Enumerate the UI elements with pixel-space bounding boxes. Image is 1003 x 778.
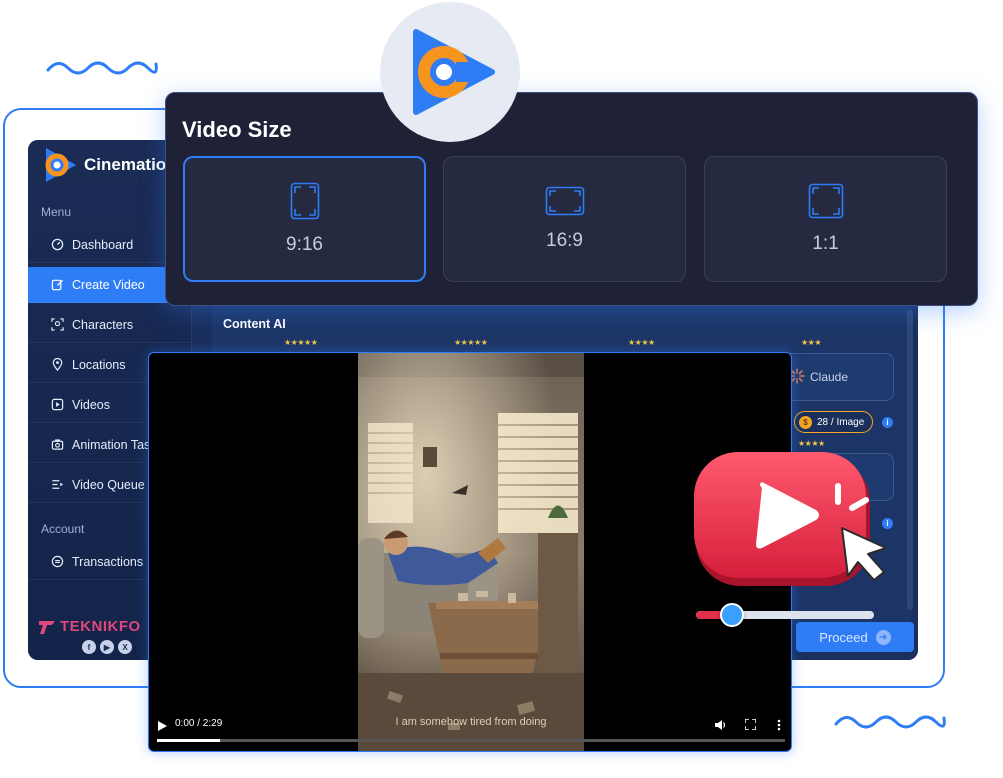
claude-label: Claude — [810, 370, 849, 384]
size-option-label: 9:16 — [286, 234, 323, 255]
rating-stars: ★★★ — [801, 338, 822, 347]
rating-stars: ★★★★★ — [454, 338, 488, 347]
video-file-icon — [50, 398, 64, 412]
facebook-icon[interactable]: f — [82, 640, 96, 654]
cinematio-logo-icon — [413, 29, 495, 115]
video-progress-fill — [157, 739, 220, 742]
gauge-icon — [50, 238, 64, 252]
price-badge: $ 28 / Image — [794, 411, 874, 433]
rating-stars: ★★★★ — [628, 338, 655, 347]
size-option-label: 1:1 — [812, 233, 839, 254]
cinematio-logo-badge — [380, 2, 520, 142]
brand[interactable]: Cinematio — [42, 146, 166, 184]
camera-icon — [50, 438, 64, 452]
brand-name: Cinematio — [84, 155, 167, 174]
sidebar-item-label: Locations — [72, 357, 126, 372]
size-option-16-9[interactable]: 16:9 — [443, 156, 686, 282]
location-pin-icon — [50, 358, 64, 372]
decorative-wave-top — [46, 61, 158, 75]
content-ai-label: Content AI — [223, 317, 286, 331]
video-size-panel: Video Size 9:16 16:9 1:1 — [165, 92, 978, 306]
menu-section-label: Menu — [41, 205, 72, 219]
price-text: 28 / Image — [817, 416, 865, 428]
sidebar-item-label: Characters — [72, 317, 134, 332]
youtube-icon[interactable]: ▶ — [100, 640, 114, 654]
play-icon[interactable] — [158, 721, 167, 731]
sidebar-item-characters[interactable]: Characters — [28, 307, 192, 343]
video-progress-bar[interactable] — [157, 739, 785, 742]
rating-stars: ★★★★★ — [284, 338, 318, 347]
video-frame-thumbnail — [358, 353, 584, 751]
play-button-badge-icon — [694, 452, 887, 586]
size-option-1-1[interactable]: 1:1 — [704, 156, 947, 282]
rating-stars: ★★★★ — [798, 439, 825, 448]
size-option-label: 16:9 — [546, 230, 583, 251]
square-frame-icon — [808, 183, 843, 219]
account-section-label: Account — [41, 522, 85, 536]
more-options-icon[interactable] — [777, 719, 781, 731]
face-scan-icon — [50, 318, 64, 332]
landscape-frame-icon — [545, 186, 584, 216]
arrow-right-icon: ➜ — [875, 629, 891, 645]
volume-slider-handle[interactable] — [719, 603, 744, 627]
decorative-wave-bottom — [834, 715, 946, 729]
proceed-button[interactable]: Proceed ➜ — [796, 622, 914, 652]
watermark-logo-icon — [39, 620, 55, 634]
queue-icon — [50, 478, 64, 492]
sidebar-item-label: Dashboard — [72, 237, 134, 252]
edit-icon — [50, 278, 64, 292]
transactions-icon — [50, 555, 64, 569]
watermark-text: TEKNIKFO — [60, 618, 141, 635]
cinematio-logo-icon — [45, 148, 76, 182]
social-links: f ▶ X — [82, 640, 132, 654]
info-icon[interactable]: i — [882, 417, 893, 428]
scrollbar[interactable] — [907, 310, 913, 610]
volume-icon[interactable] — [715, 719, 727, 731]
fullscreen-icon[interactable] — [745, 719, 756, 730]
watermark: TEKNIKFO — [38, 618, 141, 635]
sidebar-item-label: Transactions — [72, 554, 144, 569]
size-option-9-16[interactable]: 9:16 — [183, 156, 426, 282]
proceed-label: Proceed — [819, 629, 868, 645]
coin-icon: $ — [799, 415, 812, 429]
sidebar-item-label: Video Queue — [72, 477, 145, 492]
x-twitter-icon[interactable]: X — [118, 640, 132, 654]
video-size-title: Video Size — [182, 117, 292, 142]
video-controls: 0:00 / 2:29 — [149, 713, 791, 751]
sidebar-item-label: Create Video — [72, 277, 145, 292]
video-time: 0:00 / 2:29 — [175, 718, 223, 729]
volume-slider[interactable] — [696, 603, 874, 627]
portrait-frame-icon — [290, 182, 319, 220]
promo-stage: Cinematio Menu Dashboard Create Video Ch… — [0, 0, 1003, 778]
sidebar-item-label: Videos — [72, 397, 110, 412]
